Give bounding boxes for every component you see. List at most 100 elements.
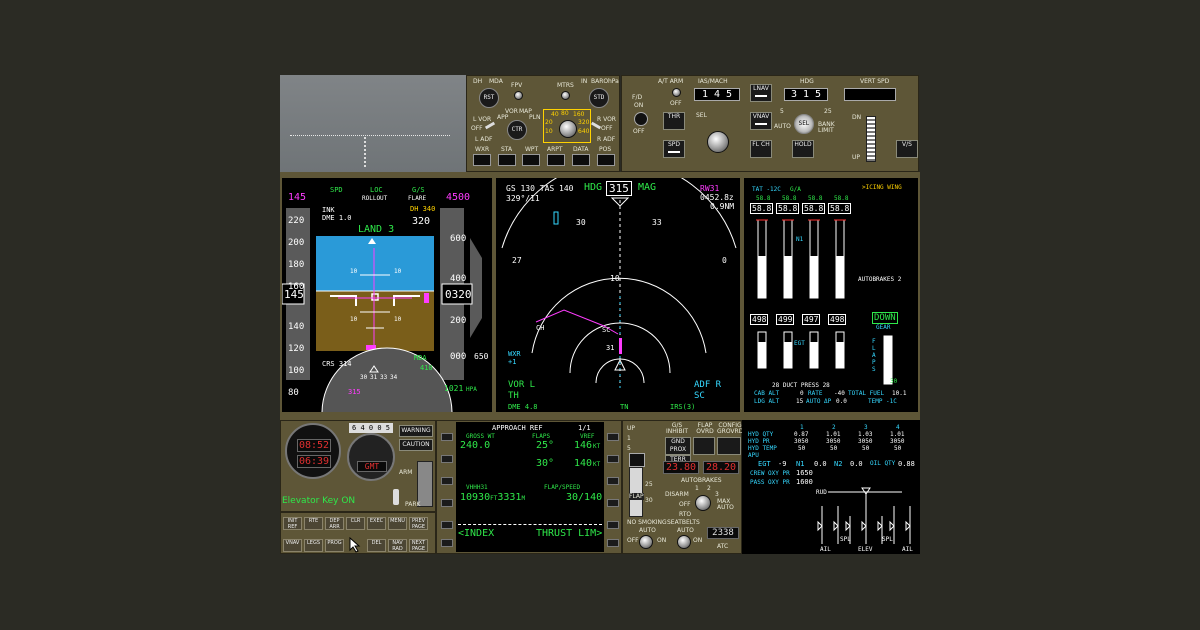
rte-key[interactable]: RTE — [304, 517, 323, 530]
rvor-label: R VOR — [597, 116, 616, 123]
flap-1-label: 1 — [627, 435, 631, 442]
config-ovrd-label: CONFIG GROVRD — [717, 422, 744, 435]
exec-key[interactable]: EXEC — [367, 517, 386, 530]
flap-lever[interactable] — [629, 467, 643, 517]
alt-tick: 400 — [450, 274, 467, 284]
next-page-key[interactable]: NEXT PAGE — [409, 539, 428, 552]
pitch-mark: 10 — [350, 268, 358, 275]
seatbelts-switch[interactable] — [677, 535, 691, 549]
nd-mag-label: MAG — [638, 182, 657, 193]
lsk-3r[interactable] — [607, 477, 619, 485]
init-ref-key[interactable]: INIT REF — [283, 517, 302, 530]
clr-key[interactable]: CLR — [346, 517, 365, 530]
legs-key[interactable]: LEGS — [304, 539, 323, 552]
gross-wt-label: GROSS WT — [466, 433, 495, 440]
master-caution-button[interactable]: CAUTION — [399, 439, 433, 451]
spd-button[interactable]: SPD — [663, 140, 685, 158]
center-panel: UP 1 5 FLAP 25 30 G/S INHIBIT FLAP OVRD … — [622, 420, 744, 554]
prog-key[interactable]: PROG — [325, 539, 344, 552]
index-prompt[interactable]: <INDEX — [458, 528, 494, 539]
pos-button[interactable] — [597, 154, 615, 166]
sta-button[interactable] — [498, 154, 516, 166]
fd-switch[interactable] — [634, 112, 648, 126]
config-ovrd-button[interactable] — [717, 437, 741, 455]
mode-ctr-knob[interactable]: CTR — [507, 120, 527, 140]
lsk-2l[interactable] — [441, 455, 453, 463]
vs-button[interactable]: V/S — [896, 140, 918, 158]
egt-engine-2: 499 — [776, 314, 795, 325]
park-label: PARK — [405, 501, 421, 508]
lnav-button[interactable]: LNAV — [750, 84, 772, 102]
flap-5-label: 5 — [627, 445, 631, 452]
autothrottle-arm-switch[interactable] — [672, 88, 681, 97]
outside-view — [280, 75, 466, 172]
minimums-rst-knob[interactable]: RST — [479, 88, 499, 108]
no-smoking-switch[interactable] — [639, 535, 653, 549]
speed-bug-readout: 145 — [288, 192, 307, 203]
auto-label: AUTO — [774, 123, 791, 130]
hdg-sel-knob[interactable]: SEL — [794, 114, 814, 134]
lsk-6r[interactable] — [607, 539, 619, 547]
lsk-4l[interactable] — [441, 499, 453, 507]
nav-rad-key[interactable]: NAV RAD — [388, 539, 407, 552]
ab-3-label: 3 — [715, 491, 719, 498]
lsk-1r[interactable] — [607, 433, 619, 441]
wind-readout: 329°/11 — [506, 194, 540, 203]
vs-wheel[interactable] — [866, 116, 876, 162]
baro-label: BARO — [591, 78, 609, 85]
gear-lever-slot[interactable] — [629, 453, 645, 467]
mda-label: MDA — [414, 354, 427, 362]
range-knob[interactable] — [559, 120, 577, 138]
lsk-6l[interactable] — [441, 539, 453, 547]
flap-ovrd-button[interactable] — [693, 437, 715, 455]
n1-label: N1 — [796, 236, 804, 243]
waypoint-eta: 0452.8z — [700, 193, 734, 202]
flaps-2: 30° — [536, 458, 555, 469]
mtrs-button[interactable] — [561, 91, 570, 100]
speedbrake-arm-label: ARM — [399, 469, 413, 476]
vnav-key[interactable]: VNAV — [283, 539, 302, 552]
wxr-button[interactable] — [473, 154, 491, 166]
spoiler-left-label: SPL — [840, 536, 851, 543]
runway-length-m: 3331 — [497, 492, 522, 503]
lsk-3l[interactable] — [441, 477, 453, 485]
autobrake-selector[interactable] — [695, 495, 711, 511]
transponder-code[interactable]: 2338 — [707, 527, 739, 539]
fpv-button[interactable] — [514, 91, 523, 100]
master-warning-button[interactable]: WARNING — [399, 425, 433, 437]
rudder-label: RUD — [816, 489, 827, 496]
lsk-1l[interactable] — [441, 433, 453, 441]
fma-speed: SPD — [330, 186, 343, 194]
flaps-1: 25° — [536, 440, 555, 451]
ias-selector-knob[interactable] — [707, 131, 729, 153]
vor-l-ident: TH — [508, 391, 519, 401]
lsk-4r[interactable] — [607, 499, 619, 507]
lsk-2r[interactable] — [607, 455, 619, 463]
wpt-button[interactable] — [522, 154, 540, 166]
menu-key[interactable]: MENU — [388, 517, 407, 530]
hold-button[interactable]: HOLD — [792, 140, 814, 158]
data-button[interactable] — [572, 154, 590, 166]
vs-dn-label: DN — [852, 114, 862, 121]
baro-std-knob[interactable]: STD — [589, 88, 609, 108]
nd-arc-label: 0 — [722, 256, 727, 265]
current-altitude: 0320 — [445, 288, 472, 301]
arpt-button[interactable] — [547, 154, 565, 166]
gnd-prox-button[interactable]: GND PROX — [665, 437, 691, 455]
lsk-5l[interactable] — [441, 521, 453, 529]
del-key[interactable]: DEL — [367, 539, 386, 552]
fma-pitch: G/S — [412, 186, 425, 194]
gear-label: GEAR — [876, 324, 891, 331]
parking-brake-lever[interactable] — [393, 489, 399, 505]
waypoint-distance: 0.9NM — [710, 202, 735, 211]
flch-button[interactable]: FL CH — [750, 140, 772, 158]
lsk-5r[interactable] — [607, 521, 619, 529]
vref-2: 140 — [574, 458, 593, 469]
fma-flare: FLARE — [408, 195, 427, 202]
vnav-button[interactable]: VNAV — [750, 112, 772, 130]
flap-30-label: 30 — [645, 497, 653, 504]
thrust-lim-prompt[interactable]: THRUST LIM> — [536, 528, 602, 539]
prev-page-key[interactable]: PREV PAGE — [409, 517, 428, 530]
dep-arr-key[interactable]: DEP ARR — [325, 517, 344, 530]
thr-button[interactable]: THR — [663, 112, 685, 130]
